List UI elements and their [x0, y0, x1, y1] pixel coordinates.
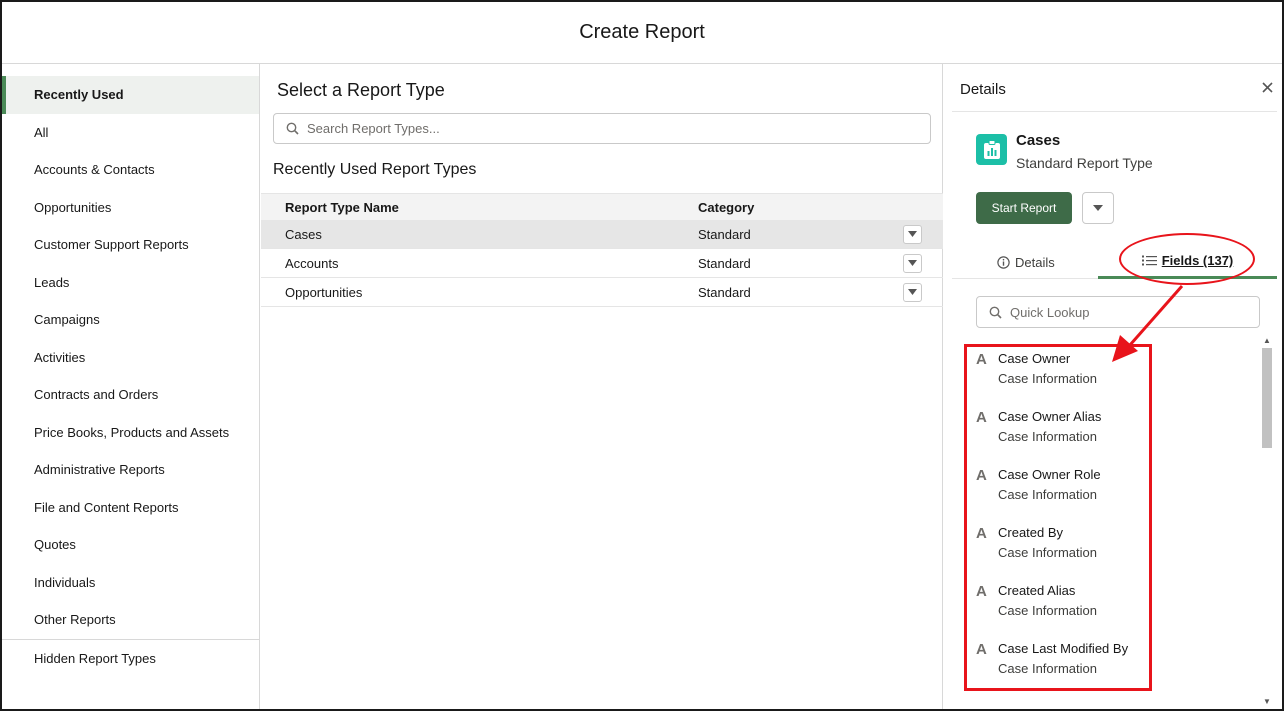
section-title: Recently Used Report Types: [273, 161, 477, 178]
search-report-types-input[interactable]: Search Report Types...: [273, 113, 931, 144]
sidebar-item-customer-support[interactable]: Customer Support Reports: [2, 226, 259, 264]
close-icon: [1261, 81, 1273, 93]
sidebar-item-individuals[interactable]: Individuals: [2, 564, 259, 602]
report-type-panel: Select a Report Type Search Report Types…: [261, 64, 943, 709]
create-report-dialog: Create Report Recently Used All Accounts…: [0, 0, 1284, 711]
sidebar-item-accounts-contacts[interactable]: Accounts & Contacts: [2, 151, 259, 189]
tab-details-label: Details: [1015, 254, 1055, 270]
sidebar-item-price-books[interactable]: Price Books, Products and Assets: [2, 414, 259, 452]
row-name[interactable]: Accounts: [285, 256, 338, 271]
fields-scrollbar[interactable]: ▲ ▼: [1261, 336, 1273, 706]
table-header: Report Type Name Category: [261, 193, 943, 220]
sidebar-item-contracts-orders[interactable]: Contracts and Orders: [2, 376, 259, 414]
report-types-table: Report Type Name Category Cases Standard…: [261, 193, 943, 307]
object-type: Standard Report Type: [1016, 155, 1153, 171]
scroll-up-arrow-icon[interactable]: ▲: [1263, 336, 1271, 345]
sidebar-item-hidden[interactable]: Hidden Report Types: [2, 640, 259, 678]
more-actions-button[interactable]: [1082, 192, 1114, 224]
chevron-down-icon: [1093, 205, 1103, 211]
sidebar-item-other[interactable]: Other Reports: [2, 601, 259, 639]
sidebar-item-quotes[interactable]: Quotes: [2, 526, 259, 564]
details-header: Details: [952, 64, 1277, 112]
sidebar-item-leads[interactable]: Leads: [2, 264, 259, 302]
sidebar-item-opportunities[interactable]: Opportunities: [2, 189, 259, 227]
tab-details[interactable]: Details: [997, 245, 1055, 279]
row-menu-button[interactable]: [903, 253, 922, 273]
scroll-down-arrow-icon[interactable]: ▼: [1263, 697, 1271, 706]
sidebar-item-all[interactable]: All: [2, 114, 259, 152]
details-header-title: Details: [960, 81, 1006, 98]
chevron-down-icon: [908, 289, 917, 295]
row-name[interactable]: Cases: [285, 227, 322, 242]
category-sidebar: Recently Used All Accounts & Contacts Op…: [2, 64, 260, 709]
row-menu-button[interactable]: [903, 282, 922, 302]
scroll-thumb[interactable]: [1262, 348, 1272, 448]
sidebar-item-campaigns[interactable]: Campaigns: [2, 301, 259, 339]
search-placeholder: Search Report Types...: [307, 121, 440, 136]
quick-lookup-input[interactable]: Quick Lookup: [976, 296, 1260, 328]
annotation-box: [964, 344, 1152, 691]
sidebar-item-administrative[interactable]: Administrative Reports: [2, 451, 259, 489]
dialog-title: Create Report: [579, 21, 705, 43]
chevron-down-icon: [908, 260, 917, 266]
table-row[interactable]: Accounts Standard: [261, 249, 943, 278]
column-header-name[interactable]: Report Type Name: [285, 200, 399, 215]
table-row[interactable]: Opportunities Standard: [261, 278, 943, 307]
sidebar-item-recently-used[interactable]: Recently Used: [2, 76, 259, 114]
object-name: Cases: [1016, 132, 1061, 149]
search-icon: [286, 122, 299, 135]
sidebar-item-activities[interactable]: Activities: [2, 339, 259, 377]
table-row[interactable]: Cases Standard: [261, 220, 943, 249]
close-button[interactable]: [1257, 77, 1277, 97]
annotation-ellipse: [1119, 233, 1255, 285]
dialog-header: Create Report: [2, 2, 1282, 64]
row-name[interactable]: Opportunities: [285, 285, 362, 300]
info-icon: [997, 255, 1010, 269]
cases-object-icon: [976, 134, 1007, 165]
sidebar-item-file-content[interactable]: File and Content Reports: [2, 489, 259, 527]
start-report-button[interactable]: Start Report: [976, 192, 1072, 224]
quick-lookup-placeholder: Quick Lookup: [1010, 304, 1090, 320]
chevron-down-icon: [908, 231, 917, 237]
row-menu-button[interactable]: [903, 224, 922, 244]
row-category: Standard: [698, 226, 751, 242]
panel-title: Select a Report Type: [277, 80, 445, 100]
column-header-category[interactable]: Category: [698, 200, 754, 215]
row-category: Standard: [698, 255, 751, 271]
search-icon: [989, 306, 1002, 319]
row-category: Standard: [698, 284, 751, 300]
